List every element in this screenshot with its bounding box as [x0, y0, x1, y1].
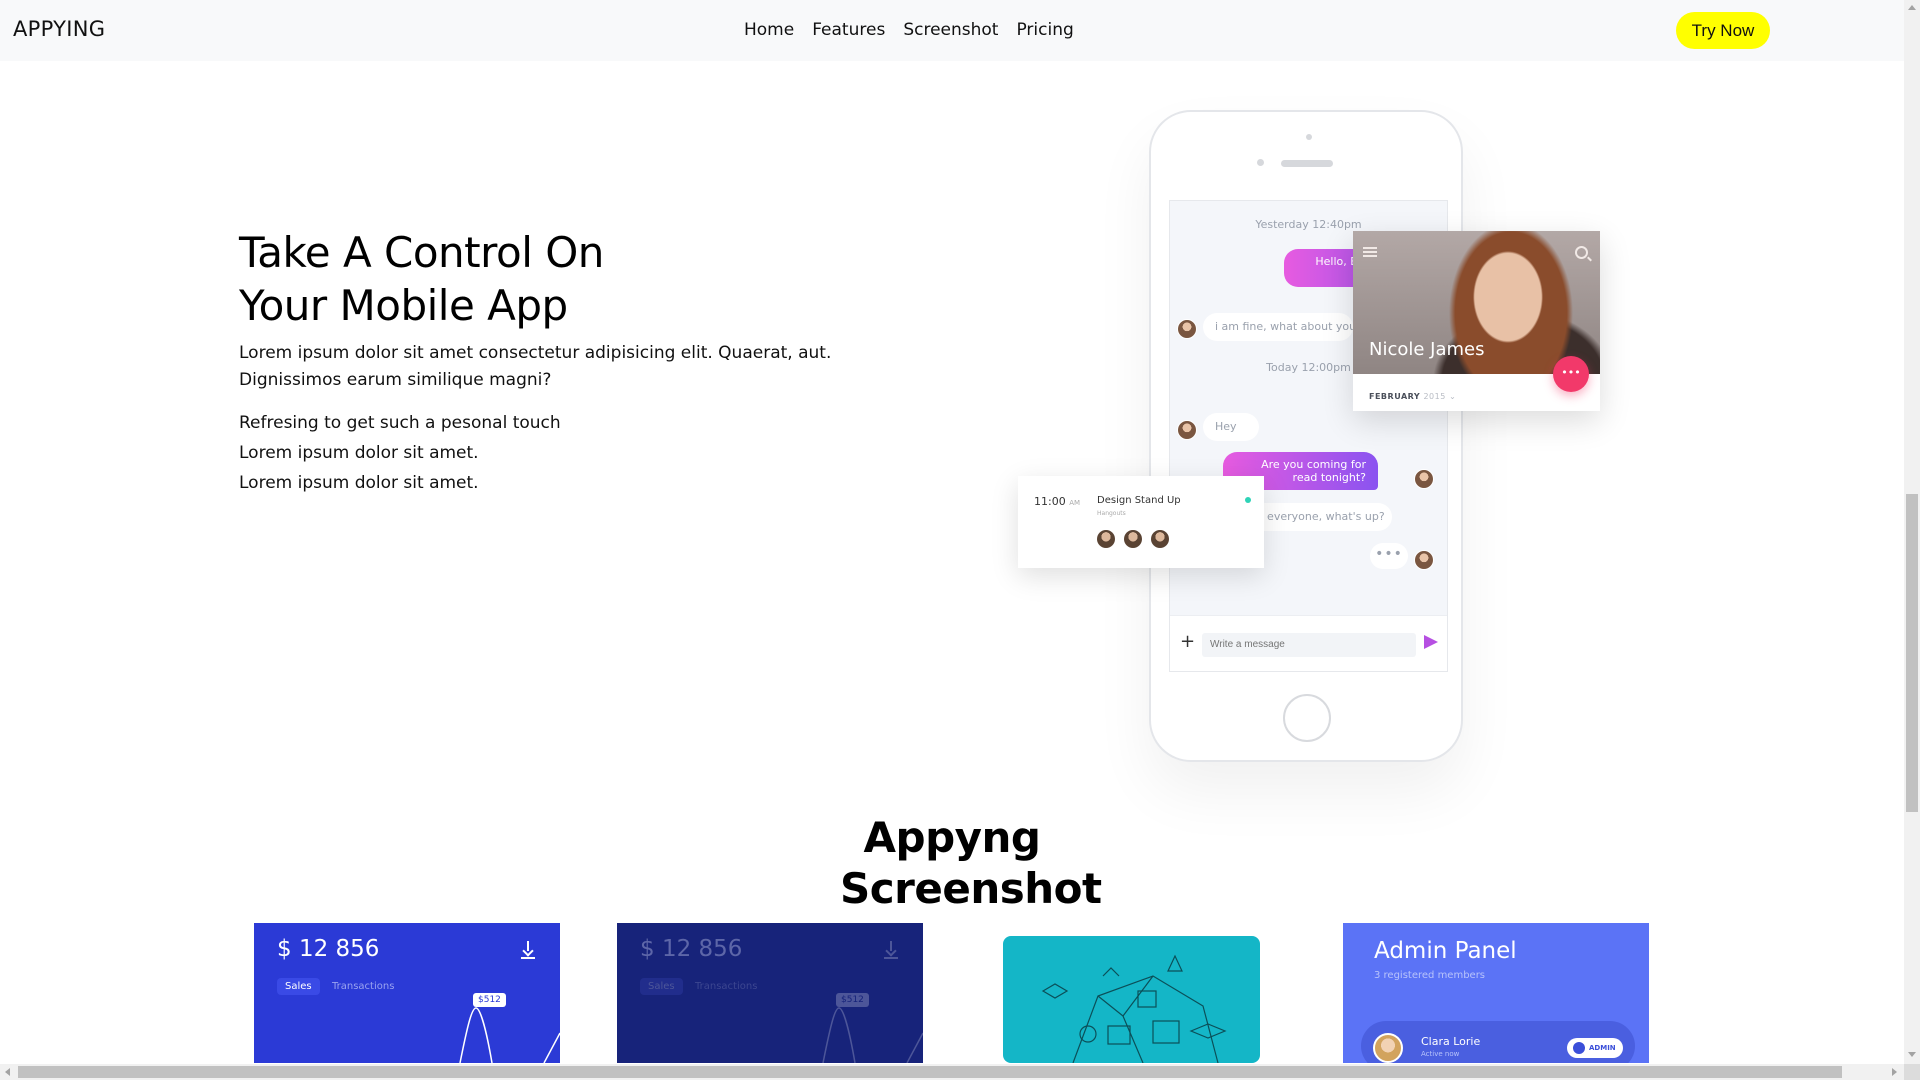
profile-date-month: FEBRUARY — [1369, 392, 1421, 401]
event-time-suffix: AM — [1069, 499, 1081, 507]
avatar — [1124, 530, 1142, 548]
horizontal-scroll-thumb[interactable] — [18, 1066, 1842, 1078]
screenshot-tile-sales-dark[interactable]: $ 12 856 Sales Transactions $512 — [617, 923, 923, 1063]
hero-title-line-1: Take A Control On — [239, 228, 604, 277]
brand-logo[interactable]: APPYING — [13, 17, 105, 41]
admin-panel-subtitle: 3 registered members — [1374, 970, 1486, 981]
event-time: 11:00 AM — [1034, 495, 1080, 508]
profile-name: Nicole James — [1369, 339, 1485, 360]
avatar — [1414, 469, 1434, 489]
nav-link-pricing[interactable]: Pricing — [1016, 20, 1073, 40]
profile-card: Nicole James ••• FEBRUARY 2015 ⌄ — [1353, 231, 1600, 411]
send-icon[interactable] — [1424, 635, 1438, 649]
profile-date: FEBRUARY 2015 ⌄ — [1369, 392, 1456, 401]
phone-mockup: Yesterday 12:40pm Hello, Eve! How it's g… — [1149, 110, 1463, 762]
hero-list: Refresing to get such a pesonal touch Lo… — [239, 408, 561, 498]
event-subtitle: Hangouts — [1097, 510, 1126, 517]
section-title-line-2: Screenshot — [840, 864, 1102, 913]
hero-description: Lorem ipsum dolor sit amet consectetur a… — [239, 343, 832, 390]
search-icon[interactable] — [1575, 246, 1588, 259]
screenshot-tile-sales[interactable]: $ 12 856 Sales Transactions $512 — [254, 923, 560, 1063]
more-button[interactable]: ••• — [1553, 356, 1589, 392]
sales-curve — [459, 1007, 560, 1063]
hero-list-item: Refresing to get such a pesonal touch — [239, 413, 561, 433]
phone-sensor — [1257, 159, 1264, 166]
phone-home-button — [1283, 694, 1331, 742]
horizontal-scrollbar[interactable] — [0, 1064, 1904, 1080]
chevron-down-icon[interactable]: ⌄ — [1449, 392, 1456, 401]
try-now-button[interactable]: Try Now — [1676, 12, 1770, 49]
navbar: APPYING Home Features Screenshot Pricing… — [0, 0, 1904, 61]
phone-speaker — [1281, 160, 1333, 167]
member-name: Clara Lorie — [1421, 1035, 1481, 1048]
chat-bubble-incoming: i am fine, what about you? — [1203, 313, 1353, 341]
message-input[interactable] — [1202, 633, 1416, 657]
nav-links: Home Features Screenshot Pricing — [744, 20, 1074, 40]
chat-timestamp: Yesterday 12:40pm — [1255, 218, 1362, 231]
typing-indicator: ••• — [1370, 543, 1408, 569]
sales-curve — [822, 1007, 923, 1063]
avatar — [1373, 1033, 1403, 1063]
event-title: Design Stand Up — [1097, 495, 1181, 506]
hero-list-item: Lorem ipsum dolor sit amet. — [239, 443, 479, 463]
event-card: 11:00 AM Design Stand Up Hangouts — [1018, 476, 1264, 568]
scroll-down-icon[interactable] — [1908, 1052, 1916, 1057]
admin-panel-title: Admin Panel — [1374, 938, 1517, 964]
hero-list-item: Lorem ipsum dolor sit amet. — [239, 473, 479, 493]
nav-link-home[interactable]: Home — [744, 20, 794, 40]
scroll-left-icon[interactable] — [5, 1068, 10, 1076]
screenshot-tile-admin[interactable]: Admin Panel 3 registered members Clara L… — [1343, 923, 1649, 1063]
avatar — [1177, 420, 1197, 440]
city-illustration — [1041, 954, 1227, 1063]
status-dot — [1245, 497, 1251, 503]
phone-camera — [1306, 134, 1312, 140]
avatar — [1097, 530, 1115, 548]
section-title-line-1: Appyng — [863, 813, 1041, 862]
message-composer: + — [1170, 615, 1447, 671]
profile-photo: Nicole James — [1353, 231, 1600, 374]
nav-link-features[interactable]: Features — [812, 20, 885, 40]
chat-bubble-incoming: Hey — [1203, 413, 1259, 441]
avatar — [1151, 530, 1169, 548]
screenshot-tile-illustration[interactable] — [1003, 936, 1260, 1063]
nav-link-screenshot[interactable]: Screenshot — [903, 20, 998, 40]
profile-date-year: 2015 — [1423, 392, 1446, 401]
plus-icon[interactable]: + — [1180, 631, 1195, 652]
event-time-value: 11:00 — [1034, 495, 1066, 508]
hero-title-line-2: Your Mobile App — [239, 281, 568, 330]
scroll-right-icon[interactable] — [1892, 1068, 1897, 1076]
avatar — [1414, 550, 1434, 570]
vertical-scroll-thumb[interactable] — [1906, 494, 1918, 812]
scroll-up-icon[interactable] — [1908, 5, 1916, 10]
vertical-scrollbar[interactable] — [1904, 0, 1920, 1064]
scrollbar-corner — [1904, 1064, 1920, 1080]
member-row: Clara Lorie Active now ADMIN — [1361, 1021, 1635, 1063]
menu-icon[interactable] — [1363, 247, 1377, 257]
admin-badge: ADMIN — [1567, 1038, 1623, 1058]
avatar — [1177, 319, 1197, 339]
hero-title: Take A Control On Your Mobile App — [239, 226, 739, 332]
member-status: Active now — [1421, 1050, 1460, 1058]
screenshot-section-title: Appyng Screenshot — [840, 812, 1102, 914]
